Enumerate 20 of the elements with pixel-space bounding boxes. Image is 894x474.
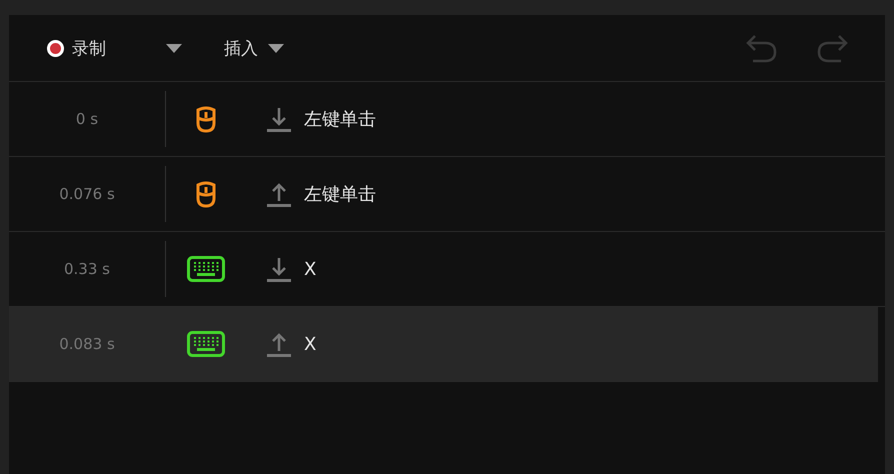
keyboard-icon [187, 331, 225, 357]
record-button[interactable]: 录制 [47, 36, 106, 60]
event-time: 0.33 s [64, 260, 110, 278]
event-row[interactable]: 0 s 左键单击 [9, 82, 885, 157]
insert-button[interactable]: 插入 [224, 36, 258, 60]
keyboard-icon [187, 256, 225, 282]
caret-icon [166, 44, 182, 52]
event-label: X [304, 334, 316, 354]
event-time: 0.083 s [59, 335, 115, 353]
mouse-icon [195, 180, 217, 208]
event-row[interactable]: 0.083 s X [9, 307, 878, 382]
record-dot-icon [47, 40, 64, 56]
event-label: 左键单击 [304, 183, 376, 206]
event-time: 0.076 s [59, 185, 115, 203]
event-row[interactable]: 0.076 s 左键单击 [9, 157, 885, 232]
mouse-icon [195, 105, 217, 133]
event-label: X [304, 258, 316, 280]
event-time: 0 s [76, 110, 98, 128]
event-label: 左键单击 [304, 108, 376, 131]
caret-icon [268, 44, 284, 52]
